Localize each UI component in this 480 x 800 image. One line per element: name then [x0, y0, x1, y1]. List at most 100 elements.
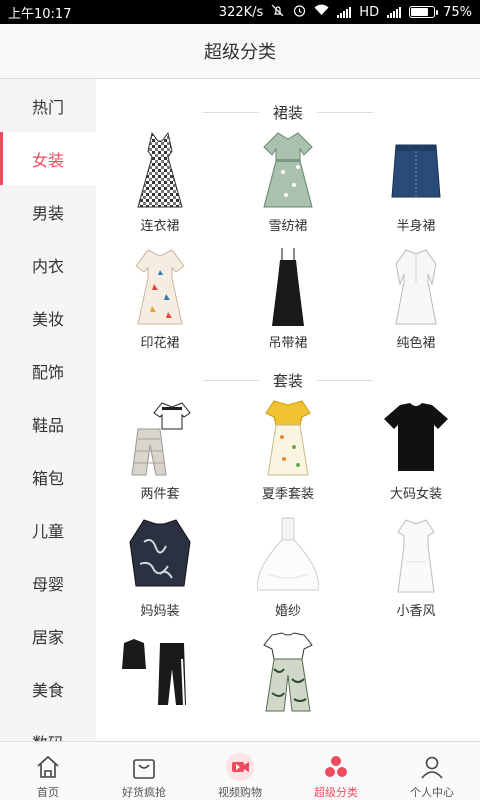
category-item[interactable]: 纯色裙: [352, 244, 480, 361]
solid-dress-icon: [366, 244, 466, 328]
sidebar-item-label: 配饰: [31, 362, 64, 382]
category-sidebar: 热门女装男装内衣美妆配饰鞋品箱包儿童母婴居家美食数码: [0, 79, 96, 741]
category-item[interactable]: 小香风: [352, 512, 480, 629]
divider: [202, 111, 259, 113]
category-grid: 两件套 夏季套装 大码女装妈妈装 婚纱 小香风: [96, 395, 480, 741]
tab-video[interactable]: 视频购物: [192, 742, 288, 800]
category-item-label: 大码女装: [389, 487, 442, 502]
chiffon-dress-icon: [238, 127, 338, 211]
sport-set-icon: [110, 629, 210, 713]
sidebar-item-label: 居家: [31, 627, 64, 647]
network-speed: 322K/s: [218, 4, 264, 20]
status-time: 上午10:17: [8, 6, 72, 22]
category-item-label: 雪纺裙: [268, 219, 308, 234]
sidebar-item-7[interactable]: 箱包: [0, 450, 96, 503]
tab-label: 首页: [37, 786, 59, 799]
category-item-label: 印花裙: [140, 336, 180, 351]
battery-icon: [409, 6, 439, 18]
two-piece-set-icon: [110, 395, 210, 479]
sidebar-item-2[interactable]: 男装: [0, 185, 96, 238]
mom-blouse-icon: [110, 512, 210, 596]
sidebar-item-label: 儿童: [31, 521, 64, 541]
sidebar-item-label: 美食: [31, 680, 64, 700]
battery-percent: 75%: [443, 4, 472, 20]
category-item-label: 婚纱: [274, 604, 301, 619]
category-item[interactable]: 连衣裙: [96, 127, 224, 244]
mute-icon: [271, 4, 285, 21]
tab-user[interactable]: 个人中心: [384, 742, 480, 800]
sidebar-item-9[interactable]: 母婴: [0, 556, 96, 609]
category-item[interactable]: 夏季套装: [224, 395, 352, 512]
bottom-tab-bar: 首页 好货疯抢 视频购物 超级分类 个人中心: [0, 741, 480, 800]
alarm-icon: [293, 4, 306, 21]
category-item[interactable]: 雪纺裙: [224, 127, 352, 244]
gingham-dress-icon: [110, 127, 210, 211]
sidebar-item-label: 鞋品: [31, 415, 64, 435]
category-content: 裙装连衣裙 雪纺裙 半身裙印花裙 吊带裙 纯色裙套装两件套 夏季套装 大码女装妈妈装 婚纱 小香…: [96, 79, 480, 741]
section-title-text: 套装: [272, 371, 303, 390]
category-item-label: 夏季套装: [261, 487, 314, 502]
video-icon: [225, 752, 255, 782]
slip-dress-icon: [238, 244, 338, 328]
title-bar: 超级分类: [0, 24, 480, 79]
signal-icon: [337, 6, 352, 18]
sidebar-item-8[interactable]: 儿童: [0, 503, 96, 556]
bag-icon: [129, 752, 159, 782]
category-grid: 连衣裙 雪纺裙 半身裙印花裙 吊带裙 纯色裙: [96, 127, 480, 361]
category-item-label: 纯色裙: [396, 336, 436, 351]
sidebar-item-label: 美妆: [31, 309, 64, 329]
status-bar: 上午10:17 322K/s HD 75%: [0, 0, 480, 24]
sidebar-item-label: 数码: [32, 730, 64, 742]
sidebar-item-0[interactable]: 热门: [0, 79, 96, 132]
sidebar-item-11[interactable]: 美食: [0, 662, 96, 715]
user-icon: [417, 752, 447, 782]
category-item[interactable]: 半身裙: [352, 127, 480, 244]
category-item[interactable]: 吊带裙: [224, 244, 352, 361]
tab-label: 超级分类: [314, 786, 358, 799]
category-icon: [321, 752, 351, 782]
white-dress-icon: [366, 512, 466, 596]
page-title: 超级分类: [204, 42, 276, 63]
section-title: 裙装: [96, 97, 480, 127]
sidebar-item-label: 热门: [31, 97, 64, 117]
category-item[interactable]: [224, 629, 352, 741]
sidebar-item-label: 箱包: [31, 468, 64, 488]
category-item-label: 半身裙: [396, 219, 436, 234]
sidebar-item-1[interactable]: 女装: [0, 132, 96, 185]
signal-icon-2: [387, 6, 402, 18]
tab-category[interactable]: 超级分类: [288, 742, 384, 800]
category-item[interactable]: 两件套: [96, 395, 224, 512]
section-title: 套装: [96, 365, 480, 395]
plus-size-tee-icon: [366, 395, 466, 479]
wifi-icon: [314, 4, 329, 20]
sidebar-item-5[interactable]: 配饰: [0, 344, 96, 397]
sidebar-item-label: 内衣: [31, 256, 64, 276]
category-item-label: 小香风: [396, 604, 436, 619]
print-dress-icon: [110, 244, 210, 328]
tab-bag[interactable]: 好货疯抢: [96, 742, 192, 800]
sidebar-item-10[interactable]: 居家: [0, 609, 96, 662]
tab-label: 个人中心: [410, 786, 454, 799]
category-item[interactable]: 印花裙: [96, 244, 224, 361]
tab-home[interactable]: 首页: [0, 742, 96, 800]
network-type: HD: [359, 4, 380, 20]
sidebar-item-label: 女装: [31, 150, 64, 170]
home-icon: [33, 752, 63, 782]
tab-label: 好货疯抢: [122, 786, 166, 799]
category-item[interactable]: [96, 629, 224, 741]
sidebar-item-label: 男装: [31, 203, 64, 223]
summer-set-icon: [238, 395, 338, 479]
sidebar-item-3[interactable]: 内衣: [0, 238, 96, 291]
sidebar-item-6[interactable]: 鞋品: [0, 397, 96, 450]
category-item-label: 两件套: [140, 487, 180, 502]
printed-pants-set-icon: [238, 629, 338, 713]
category-item[interactable]: 妈妈装: [96, 512, 224, 629]
section-title-text: 裙装: [272, 103, 303, 122]
sidebar-item-4[interactable]: 美妆: [0, 291, 96, 344]
denim-skirt-icon: [366, 127, 466, 211]
tab-label: 视频购物: [218, 786, 262, 799]
divider: [202, 379, 259, 381]
sidebar-item-12[interactable]: 数码: [0, 715, 96, 742]
category-item[interactable]: 婚纱: [224, 512, 352, 629]
category-item[interactable]: 大码女装: [352, 395, 480, 512]
